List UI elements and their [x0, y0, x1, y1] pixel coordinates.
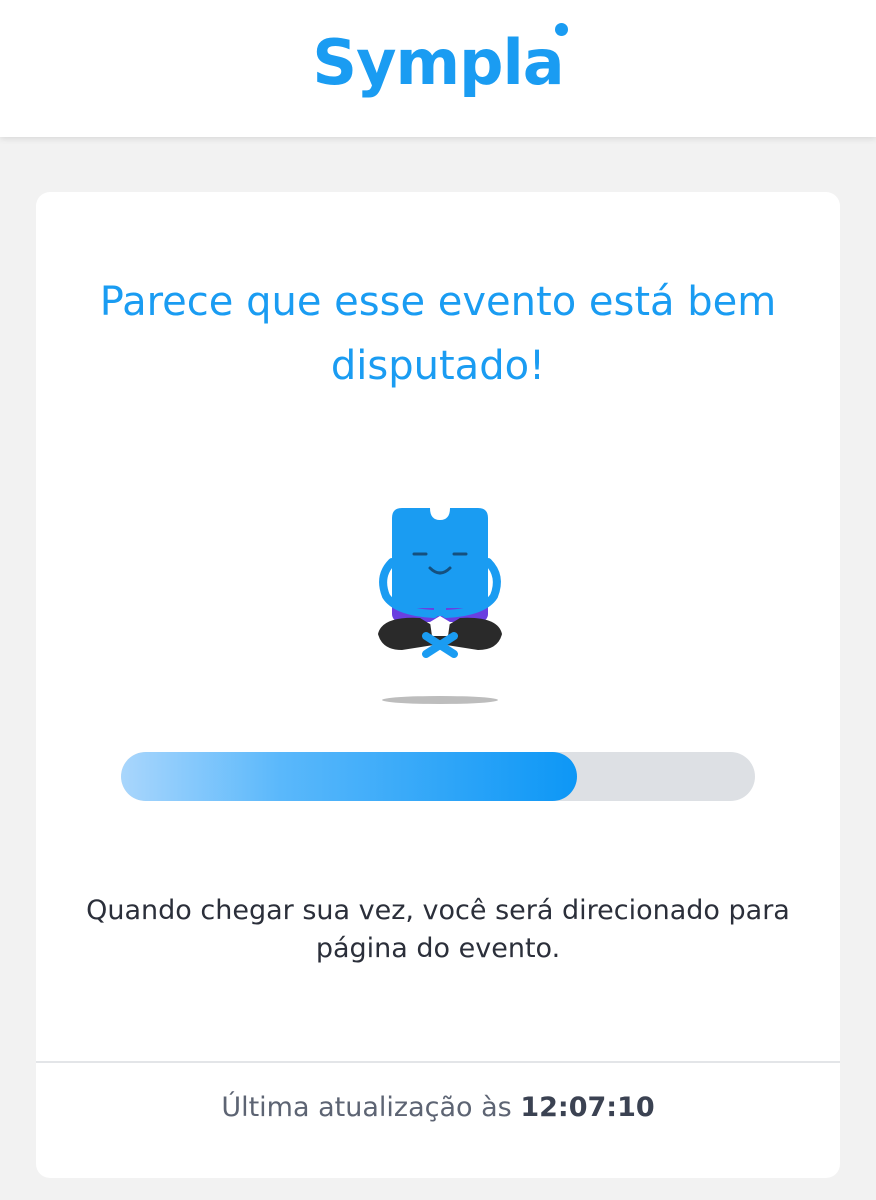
queue-progress-fill [121, 752, 578, 801]
logo-dot-icon [554, 22, 568, 36]
queue-message: Quando chegar sua vez, você será direcio… [86, 895, 790, 964]
page-title: Parece que esse evento está bem disputad… [99, 279, 777, 389]
last-update-time: 12:07:10 [520, 1092, 655, 1123]
sympla-logo[interactable]: Sympla [312, 22, 568, 94]
last-update: Última atualização às 12:07:10 [36, 1092, 840, 1123]
meditating-ticket-mascot-icon [378, 508, 502, 704]
last-update-label: Última atualização às [221, 1092, 512, 1123]
queue-card: Parece que esse evento está bem disputad… [36, 192, 840, 1178]
footer-divider [36, 1061, 840, 1063]
top-header: Sympla [0, 0, 876, 137]
queue-progress-bar [121, 752, 755, 801]
logo-text: Sympla [312, 25, 564, 99]
